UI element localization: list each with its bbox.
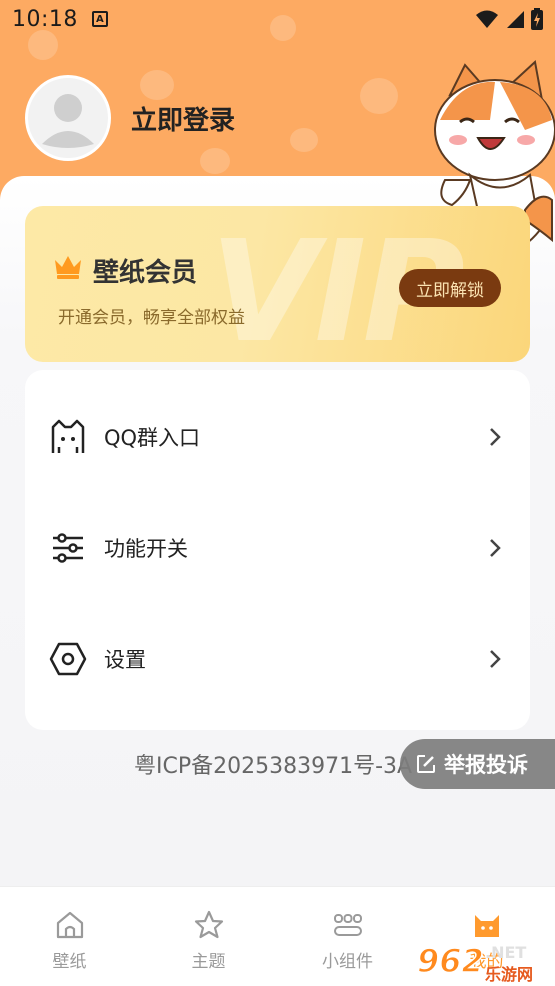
report-button[interactable]: 举报投诉: [400, 739, 555, 789]
edit-icon: [417, 755, 435, 773]
paw-decoration: [360, 78, 398, 114]
signal-icon: [507, 11, 524, 28]
tab-themes[interactable]: 主题: [139, 887, 278, 986]
site-watermark: 962 .NET 乐游网: [416, 941, 533, 984]
menu-list: QQ群入口 功能开关 设置: [25, 370, 530, 730]
menu-item-qq-group[interactable]: QQ群入口: [25, 382, 530, 492]
vip-subtitle: 开通会员，畅享全部权益: [58, 308, 245, 328]
star-icon: [194, 910, 223, 939]
icp-license-text[interactable]: 粤ICP备2025383971号-3A: [134, 748, 412, 780]
chevron-right-icon: [490, 650, 501, 668]
report-label: 举报投诉: [444, 753, 528, 777]
qq-cat-icon: [49, 418, 87, 456]
vip-card[interactable]: VIP 壁纸会员 开通会员，畅享全部权益 立即解锁: [25, 206, 530, 362]
chevron-right-icon: [490, 428, 501, 446]
battery-icon: [531, 8, 543, 30]
paw-decoration: [290, 128, 318, 152]
menu-item-settings[interactable]: 设置: [25, 604, 530, 714]
menu-item-feature-toggles[interactable]: 功能开关: [25, 493, 530, 603]
menu-label: 功能开关: [104, 537, 188, 561]
status-bar: 10:18 A: [0, 0, 555, 38]
notification-icon: A: [91, 11, 108, 27]
avatar[interactable]: [25, 75, 111, 161]
paw-decoration: [200, 148, 230, 174]
cat-face-icon: [474, 915, 499, 937]
svg-text:.NET: .NET: [485, 943, 526, 962]
tab-label: 主题: [191, 952, 226, 972]
tab-wallpaper[interactable]: 壁纸: [0, 887, 139, 986]
home-icon: [56, 911, 83, 939]
vip-title: 壁纸会员: [93, 258, 198, 288]
wifi-icon: [476, 10, 498, 28]
widgets-icon: [333, 914, 362, 936]
menu-label: 设置: [104, 648, 146, 672]
tab-label: 小组件: [322, 952, 373, 972]
login-link[interactable]: 立即登录: [131, 100, 235, 137]
status-time: 10:18: [12, 6, 78, 32]
paw-decoration: [140, 70, 174, 100]
tab-label: 壁纸: [52, 952, 87, 972]
watermark-sub: 乐游网: [485, 965, 533, 984]
crown-icon: [55, 256, 81, 279]
hex-nut-icon: [49, 640, 87, 678]
user-placeholder-icon: [42, 94, 94, 148]
chevron-right-icon: [490, 539, 501, 557]
tab-widgets[interactable]: 小组件: [278, 887, 417, 986]
menu-label: QQ群入口: [104, 426, 201, 450]
unlock-button[interactable]: 立即解锁: [399, 269, 501, 307]
watermark-number: 962: [417, 942, 484, 980]
sliders-icon: [49, 529, 87, 567]
